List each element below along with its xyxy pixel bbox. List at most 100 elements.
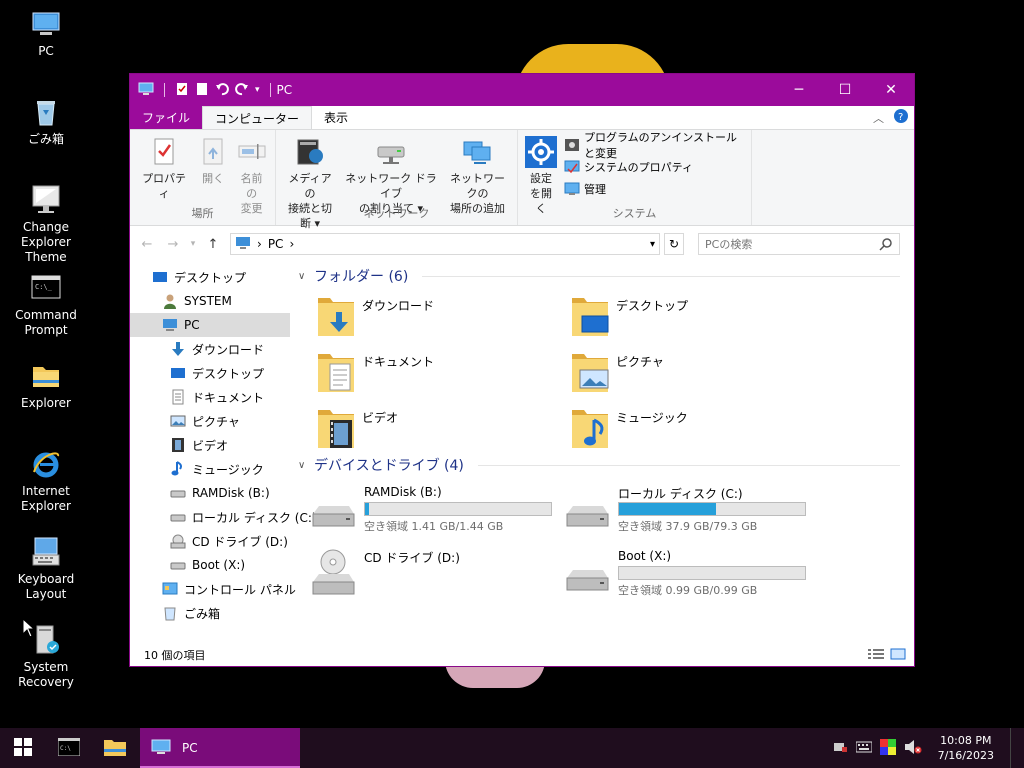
volume-muted-icon[interactable] bbox=[904, 739, 922, 758]
up-arrow-icon[interactable]: ↑ bbox=[202, 237, 224, 252]
folder-icon bbox=[30, 360, 62, 392]
address-bar[interactable]: › PC › ▾ bbox=[230, 233, 660, 255]
new-folder-icon[interactable] bbox=[195, 82, 209, 99]
nav-item-recycle-bin[interactable]: ごみ箱 bbox=[130, 601, 290, 625]
nav-item-desktop-2[interactable]: デスクトップ bbox=[130, 361, 290, 385]
tab-computer[interactable]: コンピューター bbox=[202, 106, 313, 129]
search-box[interactable] bbox=[698, 233, 900, 255]
show-desktop-button[interactable] bbox=[1010, 728, 1014, 768]
search-input[interactable] bbox=[705, 237, 875, 251]
ribbon: プロパティ 開く 名前の 変更 場所 メディアの 接続と切断 ▾ ネットワーク … bbox=[130, 130, 914, 230]
refresh-button[interactable]: ↻ bbox=[664, 233, 684, 255]
drives-section-header[interactable]: ∨ デバイスとドライブ (4) bbox=[298, 454, 914, 476]
nav-item-cd-drive[interactable]: CD ドライブ (D:) bbox=[130, 529, 290, 553]
nav-item-pictures[interactable]: ピクチャ bbox=[130, 409, 290, 433]
nav-item-pc[interactable]: PC bbox=[130, 313, 290, 337]
usb-icon[interactable] bbox=[832, 739, 848, 758]
desktop-icon-explorer[interactable]: Explorer bbox=[0, 360, 92, 411]
nav-item-ramdisk[interactable]: RAMDisk (B:) bbox=[130, 481, 290, 505]
nav-item-desktop[interactable]: デスクトップ bbox=[130, 265, 290, 289]
title-bar[interactable]: ▾ PC ─ ☐ ✕ bbox=[130, 74, 914, 106]
address-separator[interactable]: › bbox=[289, 237, 294, 251]
desktop-icon-command-prompt[interactable]: C:\_ Command Prompt bbox=[0, 272, 92, 338]
documents-folder-icon bbox=[316, 350, 356, 394]
ribbon-group-system: 設定 を開く プログラムのアンインストールと変更 システムのプロパティ 管理 シ… bbox=[518, 130, 752, 225]
manage-button[interactable]: 管理 bbox=[564, 180, 747, 198]
desktop-icon-change-theme[interactable]: Change Explorer Theme bbox=[0, 184, 92, 265]
color-display-icon[interactable] bbox=[879, 738, 896, 758]
details-view-icon[interactable] bbox=[868, 648, 884, 663]
folder-videos[interactable]: ビデオ bbox=[316, 406, 570, 450]
drive-free-space: 空き領域 0.99 GB/0.99 GB bbox=[618, 584, 758, 597]
folder-music[interactable]: ミュージック bbox=[570, 406, 824, 450]
recent-locations-icon[interactable]: ▾ bbox=[188, 239, 198, 249]
properties-icon bbox=[148, 136, 180, 168]
cd-drive-icon bbox=[310, 548, 356, 600]
undo-icon[interactable] bbox=[215, 82, 229, 99]
nav-item-local-disk[interactable]: ローカル ディスク (C:) bbox=[130, 505, 317, 529]
search-icon bbox=[879, 237, 893, 254]
taskbar-explorer[interactable] bbox=[92, 728, 138, 768]
nav-item-system[interactable]: SYSTEM bbox=[130, 289, 290, 313]
desktop-icon-system-recovery[interactable]: System Recovery bbox=[0, 624, 92, 690]
keyboard-icon[interactable] bbox=[855, 741, 873, 756]
ribbon-button-label: 設定 bbox=[530, 172, 552, 185]
drive-label: RAMDisk (B:) bbox=[364, 485, 442, 499]
forward-arrow-icon[interactable]: → bbox=[162, 237, 184, 252]
folders-section-header[interactable]: ∨ フォルダー (6) bbox=[298, 265, 914, 287]
drive-boot[interactable]: Boot (X:) 空き領域 0.99 GB/0.99 GB bbox=[564, 548, 818, 604]
chevron-down-icon[interactable]: ▾ bbox=[255, 85, 260, 95]
nav-item-videos[interactable]: ビデオ bbox=[130, 433, 290, 457]
system-properties-button[interactable]: システムのプロパティ bbox=[564, 158, 747, 176]
address-bar-row: ← → ▾ ↑ › PC › ▾ ↻ bbox=[130, 226, 914, 262]
back-arrow-icon[interactable]: ← bbox=[136, 237, 158, 252]
drive-ramdisk[interactable]: RAMDisk (B:) 空き領域 1.41 GB/1.44 GB bbox=[310, 484, 564, 540]
maximize-button[interactable]: ☐ bbox=[822, 74, 868, 106]
nav-item-label: Boot (X:) bbox=[192, 558, 246, 572]
collapse-ribbon-icon[interactable]: ︿ bbox=[873, 110, 884, 126]
taskbar-command-prompt[interactable]: C:\ bbox=[46, 728, 92, 768]
videos-folder-icon bbox=[316, 406, 356, 450]
music-folder-icon bbox=[570, 406, 610, 450]
redo-icon[interactable] bbox=[235, 82, 249, 99]
desktop-folder-icon bbox=[570, 294, 610, 338]
network-location-icon bbox=[461, 136, 493, 168]
taskbar-app-label: PC bbox=[182, 741, 198, 755]
drive-cd[interactable]: CD ドライブ (D:) bbox=[310, 548, 564, 604]
close-button[interactable]: ✕ bbox=[868, 74, 914, 106]
large-icons-view-icon[interactable] bbox=[890, 648, 906, 663]
uninstall-program-button[interactable]: プログラムのアンインストールと変更 bbox=[564, 131, 747, 160]
minimize-button[interactable]: ─ bbox=[776, 74, 822, 106]
download-folder-icon bbox=[316, 294, 356, 338]
desktop-icon-pc[interactable]: PC bbox=[0, 8, 92, 59]
folder-documents[interactable]: ドキュメント bbox=[316, 350, 570, 394]
clock[interactable]: 10:08 PM 7/16/2023 bbox=[938, 733, 994, 763]
folder-pictures[interactable]: ピクチャ bbox=[570, 350, 824, 394]
address-separator[interactable]: › bbox=[257, 237, 262, 251]
start-button[interactable] bbox=[0, 728, 46, 768]
drive-local-disk[interactable]: ローカル ディスク (C:) 空き領域 37.9 GB/79.3 GB bbox=[564, 484, 818, 540]
videos-icon bbox=[170, 437, 186, 453]
pc-icon bbox=[162, 317, 178, 333]
drive-usage-bar bbox=[364, 502, 552, 516]
folder-downloads[interactable]: ダウンロード bbox=[316, 294, 570, 338]
address-segment-pc[interactable]: PC bbox=[268, 237, 284, 251]
nav-item-music[interactable]: ミュージック bbox=[130, 457, 290, 481]
nav-item-control-panel[interactable]: コントロール パネル bbox=[130, 577, 296, 601]
taskbar-app-pc[interactable]: PC bbox=[140, 728, 300, 768]
ribbon-group-location: プロパティ 開く 名前の 変更 場所 bbox=[130, 130, 276, 225]
address-dropdown-icon[interactable]: ▾ bbox=[650, 239, 655, 250]
recycle-bin-icon bbox=[30, 96, 62, 128]
properties-icon[interactable] bbox=[175, 82, 189, 99]
desktop-icon-internet-explorer[interactable]: Internet Explorer bbox=[0, 448, 92, 514]
desktop-icon-keyboard-layout[interactable]: Keyboard Layout bbox=[0, 536, 92, 602]
tab-view[interactable]: 表示 bbox=[312, 106, 360, 129]
tab-file[interactable]: ファイル bbox=[130, 106, 203, 129]
nav-item-downloads[interactable]: ダウンロード bbox=[130, 337, 290, 361]
help-icon[interactable]: ? bbox=[894, 109, 908, 126]
nav-item-boot[interactable]: Boot (X:) bbox=[130, 553, 290, 577]
nav-item-documents[interactable]: ドキュメント bbox=[130, 385, 290, 409]
windows-logo-icon bbox=[14, 737, 32, 759]
desktop-icon-recycle-bin[interactable]: ごみ箱 bbox=[0, 96, 92, 147]
folder-desktop[interactable]: デスクトップ bbox=[570, 294, 824, 338]
